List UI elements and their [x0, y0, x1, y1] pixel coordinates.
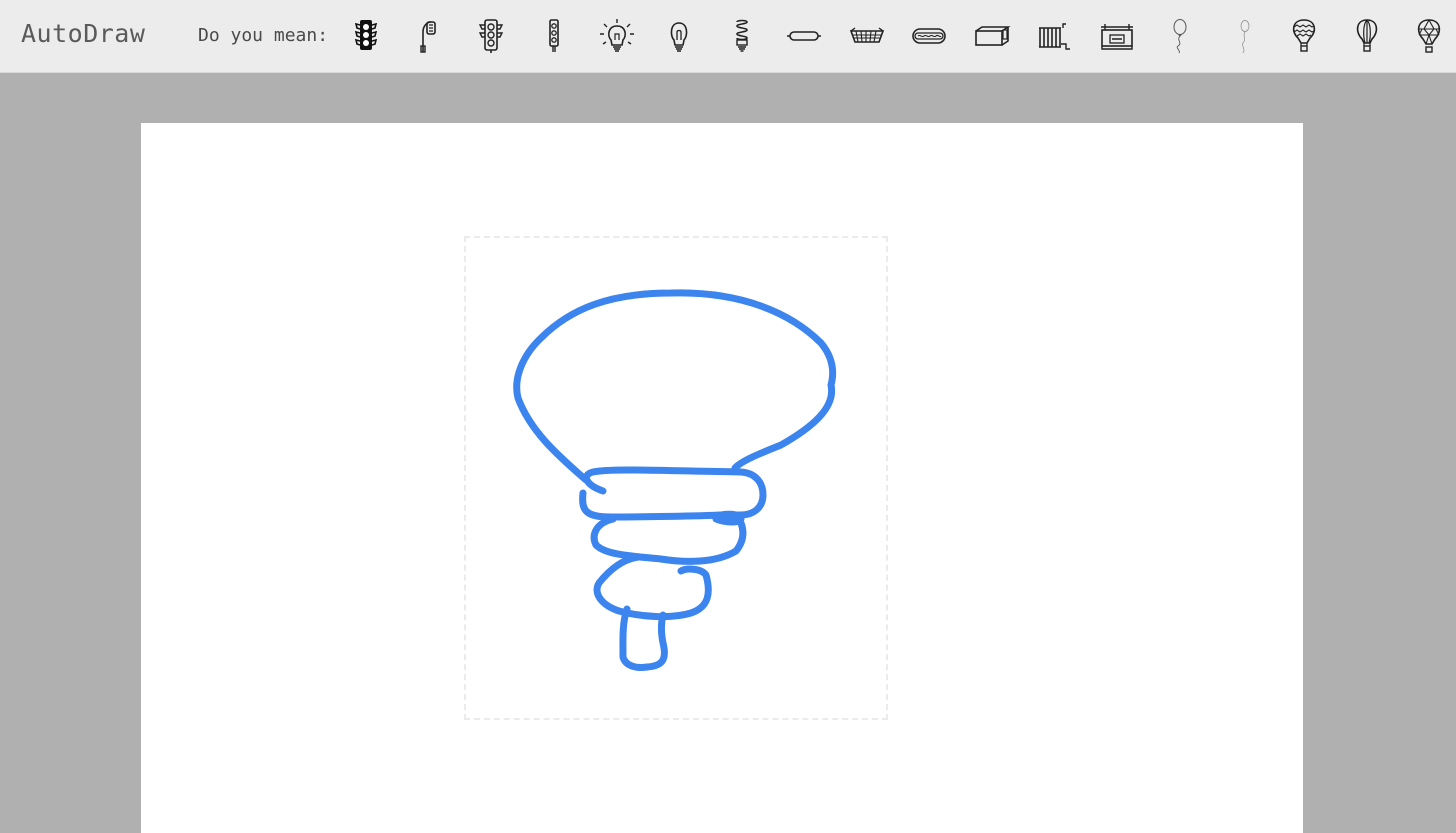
top-toolbar: AutoDraw Do you mean:	[0, 0, 1456, 73]
suggestions-label: Do you mean:	[198, 25, 329, 46]
light-bulb-icon	[670, 22, 688, 52]
hot-dog-icon	[912, 28, 946, 44]
suggestion-light-bulb[interactable]	[657, 14, 701, 58]
traffic-light-filled-icon	[354, 20, 378, 50]
suggestion-box[interactable]	[970, 14, 1014, 58]
suggestion-traffic-light-narrow[interactable]	[532, 14, 576, 58]
street-lamp-icon	[420, 21, 436, 53]
hot-dog-bun-icon	[787, 31, 821, 41]
suggestion-light-bulb-glowing[interactable]	[595, 14, 639, 58]
suggestion-hot-dog[interactable]	[907, 14, 951, 58]
traffic-light-narrow-icon	[549, 19, 559, 52]
suggestion-cfl-bulb[interactable]	[720, 14, 764, 58]
suggestion-hot-air-balloon-striped[interactable]	[1345, 14, 1389, 58]
radiator-icon	[1039, 23, 1070, 50]
box-icon	[975, 26, 1011, 46]
suggestion-hot-air-balloon[interactable]	[1282, 14, 1326, 58]
suggestion-balloon-thin[interactable]	[1220, 14, 1264, 58]
suggestion-hot-dog-bun[interactable]	[782, 14, 826, 58]
balloon-icon	[1173, 19, 1187, 54]
suggestion-cash-register[interactable]	[1095, 14, 1139, 58]
selection-box[interactable]	[464, 236, 888, 720]
basket-icon	[849, 27, 885, 43]
cfl-bulb-icon	[736, 19, 748, 52]
suggestion-balloon[interactable]	[1157, 14, 1201, 58]
suggestion-radiator[interactable]	[1032, 14, 1076, 58]
drawing-canvas[interactable]	[141, 123, 1303, 833]
suggestion-basket[interactable]	[845, 14, 889, 58]
traffic-light-icon	[478, 19, 504, 53]
hot-air-balloon-striped-icon	[1356, 19, 1378, 52]
suggestion-street-lamp[interactable]	[405, 14, 449, 58]
workspace	[0, 74, 1456, 833]
balloon-thin-icon	[1240, 20, 1250, 54]
suggestion-hot-air-balloon-patterned[interactable]	[1407, 14, 1451, 58]
app-title[interactable]: AutoDraw	[21, 19, 145, 48]
light-bulb-glowing-icon	[600, 19, 634, 52]
hot-air-balloon-icon	[1292, 19, 1316, 52]
hot-air-balloon-patterned-icon	[1417, 18, 1441, 53]
cash-register-icon	[1101, 24, 1133, 50]
suggestion-traffic-light[interactable]	[469, 14, 513, 58]
suggestion-traffic-light-filled[interactable]	[344, 14, 388, 58]
